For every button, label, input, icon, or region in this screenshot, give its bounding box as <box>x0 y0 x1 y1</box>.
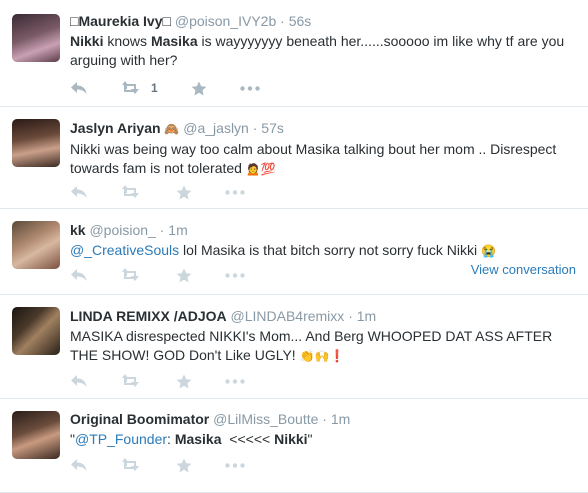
favorite-button[interactable] <box>176 185 192 200</box>
retweet-icon <box>122 185 139 198</box>
tweet-username[interactable]: @LINDAB4remixx <box>231 308 345 324</box>
tweet-username[interactable]: @poison_IVY2b <box>175 13 276 29</box>
more-dots-icon <box>239 85 260 91</box>
more-button[interactable] <box>239 85 260 91</box>
avatar[interactable] <box>12 307 60 355</box>
reply-icon <box>71 375 87 387</box>
more-dots-icon <box>225 189 245 195</box>
tweet-timestamp[interactable]: 57s <box>261 120 284 136</box>
tweet-fullname[interactable]: Jaslyn Ariyan <box>70 120 161 136</box>
text-segment: Nikki was being way too calm about Masik… <box>70 141 557 176</box>
emoji-icon: 🙍💯 <box>245 162 276 176</box>
emoji-icon: 👏🙌❗ <box>299 349 345 363</box>
retweet-button[interactable] <box>121 268 143 282</box>
more-button[interactable] <box>225 272 245 278</box>
view-conversation-link[interactable]: View conversation <box>471 262 576 277</box>
reply-button[interactable] <box>70 268 88 282</box>
tweet-fullname[interactable]: kk <box>70 222 86 238</box>
favorite-button[interactable] <box>176 374 192 389</box>
tweet-fullname[interactable]: LINDA REMIXX /ADJOA <box>70 308 227 324</box>
tweet[interactable]: □Maurekia Ivy□ @poison_IVY2b · 56s Nikki… <box>0 0 588 107</box>
retweet-icon <box>122 374 139 387</box>
tweet-fullname[interactable]: Original Boomimator <box>70 411 209 427</box>
avatar[interactable] <box>12 411 60 459</box>
emoji-icon: 😭 <box>481 244 496 258</box>
reply-icon <box>71 269 87 281</box>
retweet-button[interactable] <box>121 374 143 388</box>
tweet[interactable]: kk @poision_ · 1m @_CreativeSouls lol Ma… <box>0 209 588 295</box>
reply-button[interactable] <box>70 185 88 199</box>
tweet-fullname[interactable]: □Maurekia Ivy□ <box>70 13 171 29</box>
more-dots-icon <box>225 378 245 384</box>
tweet[interactable]: Original Boomimator @LilMiss_Boutte · 1m… <box>0 399 588 493</box>
favorite-button[interactable] <box>176 458 192 473</box>
more-dots-icon <box>225 462 245 468</box>
tweet[interactable]: LINDA REMIXX /ADJOA @LINDAB4remixx · 1m … <box>0 295 588 399</box>
favorite-button[interactable] <box>191 81 207 96</box>
timeline: □Maurekia Ivy□ @poison_IVY2b · 56s Nikki… <box>0 0 588 493</box>
tweet-timestamp[interactable]: 56s <box>289 13 312 29</box>
reply-icon <box>71 186 87 198</box>
star-icon <box>176 185 192 199</box>
tweet-text: Nikki was being way too calm about Masik… <box>70 140 580 179</box>
tweet-username[interactable]: @a_jaslyn <box>183 120 249 136</box>
avatar[interactable] <box>12 119 60 167</box>
tweet-text: Nikki knows Masika is wayyyyyyy beneath … <box>70 32 580 70</box>
star-icon <box>191 81 207 95</box>
text-segment: " <box>307 431 313 447</box>
more-button[interactable] <box>225 378 245 384</box>
avatar[interactable] <box>12 221 60 269</box>
star-icon <box>176 374 192 388</box>
text-segment: lol Masika is that bitch sorry not sorry… <box>179 242 478 258</box>
separator-dot: · <box>280 13 285 29</box>
text-bold-name: Nikki <box>274 431 308 447</box>
text-segment: : <box>167 431 175 447</box>
tweet[interactable]: Jaslyn Ariyan 🙈 @a_jaslyn · 57s Nikki wa… <box>0 107 588 209</box>
text-bold-name: Masika <box>174 431 222 447</box>
retweet-button[interactable] <box>121 458 143 472</box>
retweet-icon <box>122 81 139 94</box>
avatar[interactable] <box>12 14 60 62</box>
reply-icon <box>71 82 87 94</box>
star-icon <box>176 458 192 472</box>
separator-dot: · <box>322 411 327 427</box>
tweet-timestamp[interactable]: 1m <box>331 411 350 427</box>
retweet-button[interactable] <box>121 185 143 199</box>
tweet-text: @_CreativeSouls lol Masika is that bitch… <box>70 241 580 261</box>
name-emoji-icon: 🙈 <box>164 122 180 136</box>
retweet-button[interactable]: 1 <box>121 81 158 95</box>
reply-button[interactable] <box>70 458 88 472</box>
tweet-timestamp[interactable]: 1m <box>357 308 376 324</box>
separator-dot: · <box>252 120 258 136</box>
reply-button[interactable] <box>70 81 88 95</box>
favorite-button[interactable] <box>176 268 192 283</box>
tweet-text: MASIKA disrespected NIKKI's Mom... And B… <box>70 327 580 366</box>
mention-link[interactable]: @TP_Founder <box>75 431 167 447</box>
text-segment: knows <box>103 33 151 49</box>
retweet-count: 1 <box>151 81 158 95</box>
retweet-icon <box>122 458 139 471</box>
tweet-username[interactable]: @LilMiss_Boutte <box>213 411 318 427</box>
tweet-username[interactable]: @poision_ <box>89 222 155 238</box>
reply-icon <box>71 459 87 471</box>
more-button[interactable] <box>225 462 245 468</box>
retweet-icon <box>122 268 139 281</box>
separator-dot: · <box>348 308 353 324</box>
mention-link[interactable]: @_CreativeSouls <box>70 242 179 258</box>
reply-button[interactable] <box>70 374 88 388</box>
tweet-text: "@TP_Founder: Masika <<<<< Nikki" <box>70 430 580 449</box>
more-button[interactable] <box>225 189 245 195</box>
separator-dot: · <box>159 222 165 238</box>
tweet-timestamp[interactable]: 1m <box>168 222 187 238</box>
text-segment: <<<<< <box>221 431 275 447</box>
text-bold-name: Masika <box>150 33 198 49</box>
text-bold-name: Nikki <box>70 33 104 49</box>
star-icon <box>176 268 192 282</box>
more-dots-icon <box>225 272 245 278</box>
